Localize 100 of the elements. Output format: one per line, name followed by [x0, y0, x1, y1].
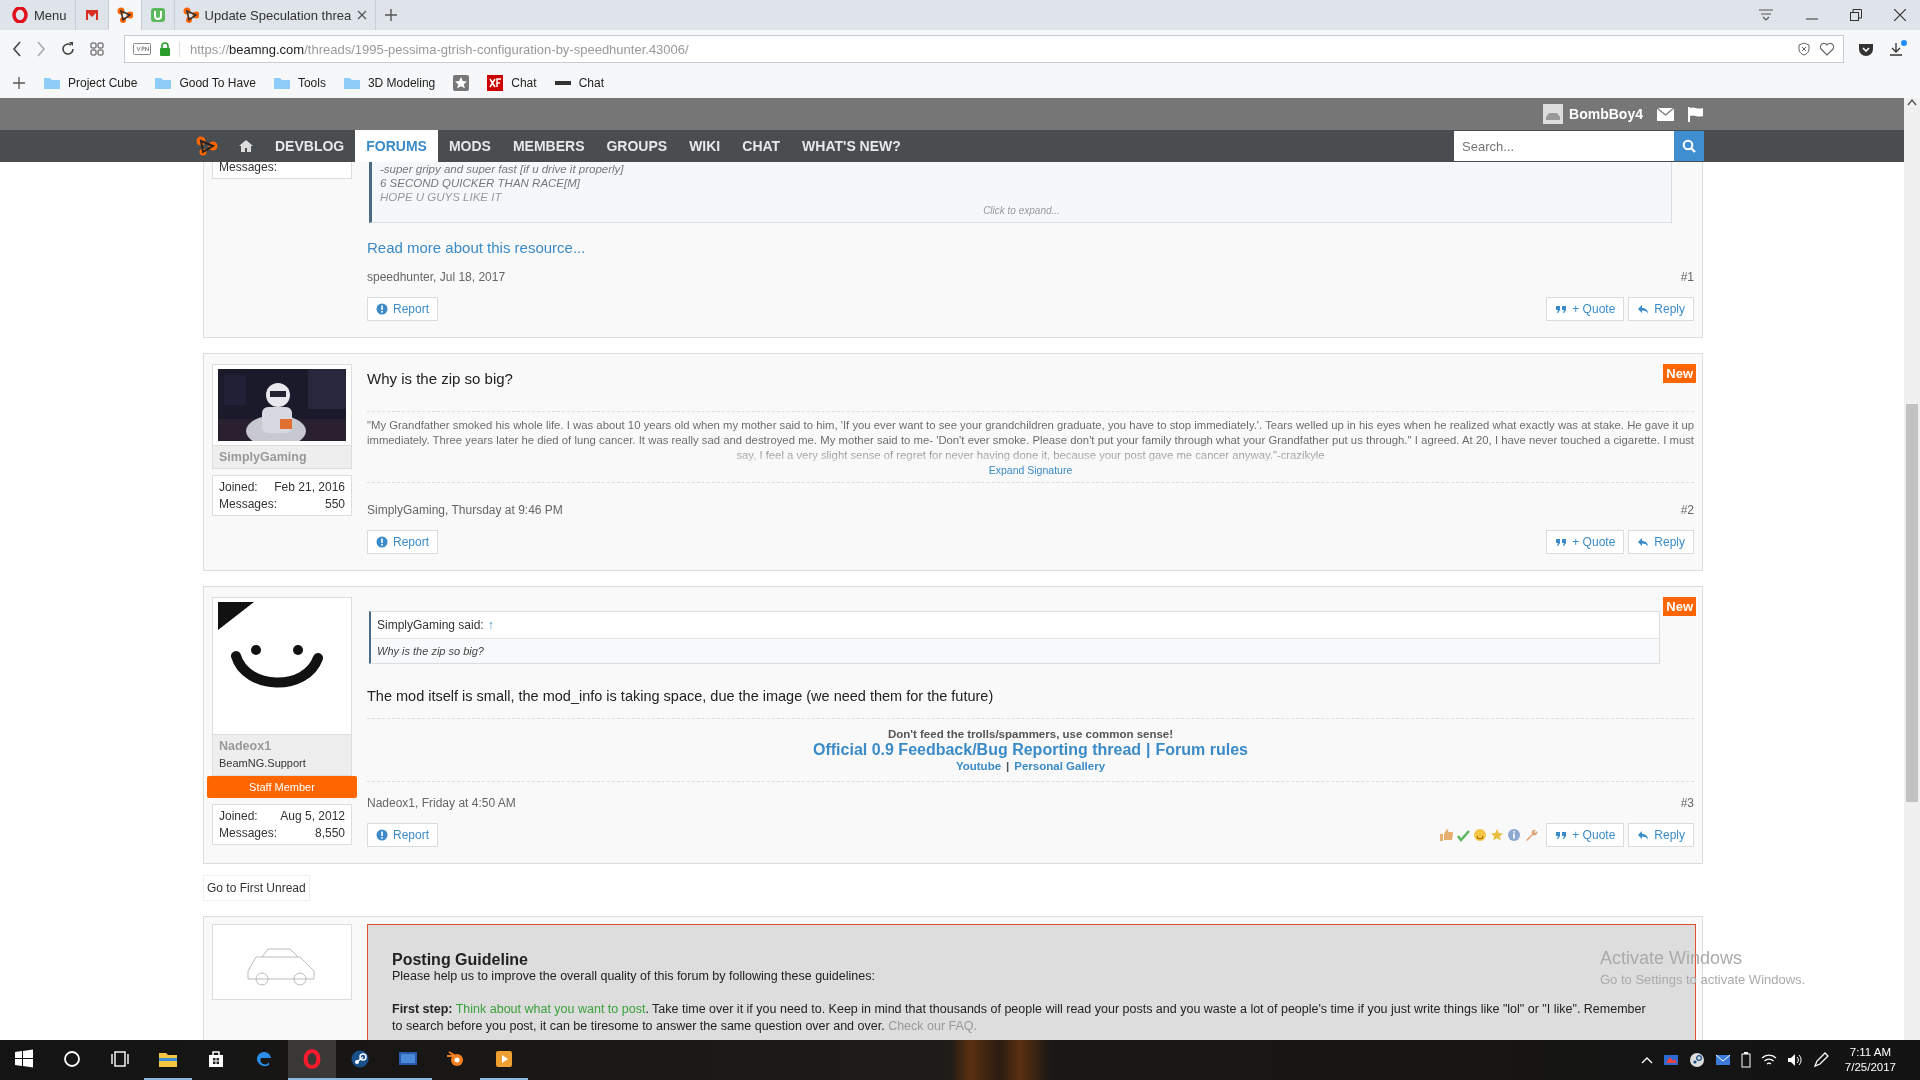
bookmark-label[interactable]: Good To Have — [179, 76, 256, 90]
signature-link[interactable]: Forum rules — [1155, 741, 1248, 759]
tab-menu-icon[interactable] — [1758, 9, 1774, 21]
chevron-up-icon[interactable] — [1640, 1056, 1653, 1064]
steam-logo-icon — [350, 1049, 370, 1069]
blender-logo-icon — [446, 1049, 466, 1069]
report-button[interactable]: Report — [367, 823, 439, 847]
bookmark-label[interactable]: 3D Modeling — [367, 76, 436, 90]
scroll-thumb[interactable] — [1906, 404, 1918, 802]
stat-value: Aug 5, 2012 — [280, 809, 345, 823]
username[interactable]: BombBoy4 — [1569, 106, 1643, 122]
post-number[interactable]: #1 — [1680, 270, 1694, 284]
reply-button[interactable]: Reply — [1628, 297, 1694, 321]
nav-tab[interactable]: GROUPS — [595, 130, 679, 162]
download-icon[interactable] — [1888, 40, 1908, 58]
opera-logo-icon — [12, 7, 28, 23]
close-icon[interactable] — [1894, 9, 1906, 21]
signature-link[interactable]: Youtube — [955, 760, 1002, 772]
browser-tab[interactable] — [108, 0, 142, 30]
opera-logo-icon — [302, 1049, 322, 1069]
username[interactable]: SimplyGaming — [212, 446, 352, 469]
stat-label: Messages: — [219, 826, 278, 840]
search-icon — [1682, 139, 1696, 153]
star-icon[interactable] — [453, 75, 470, 91]
info-icon — [376, 536, 388, 548]
clock-date: 7/25/2017 — [1844, 1060, 1896, 1075]
bookmark-label[interactable]: Tools — [297, 76, 326, 90]
scroll-up-icon[interactable] — [1907, 98, 1917, 106]
nav-tab[interactable]: WHAT'S NEW? — [791, 130, 912, 162]
reload-icon[interactable] — [60, 41, 76, 57]
nav-tab[interactable]: MODS — [437, 130, 502, 162]
expand-signature-link[interactable]: Expand Signature — [988, 463, 1073, 478]
flag-icon[interactable] — [1688, 106, 1704, 122]
post-meta: speedhunter, Jul 18, 2017 — [367, 270, 506, 284]
avatar-icon[interactable] — [1543, 104, 1564, 124]
scrollbar[interactable] — [1904, 98, 1920, 1040]
quote-button[interactable]: + Quote — [1546, 530, 1625, 554]
star-icon[interactable] — [1490, 828, 1505, 842]
wifi-icon[interactable] — [1760, 1053, 1777, 1067]
check-icon[interactable] — [1456, 828, 1471, 842]
app-tray-icon[interactable] — [1662, 1052, 1679, 1068]
edge-logo-icon — [254, 1049, 274, 1069]
expand-link[interactable]: Click to expand... — [983, 204, 1060, 218]
post-number[interactable]: #2 — [1680, 503, 1694, 517]
reply-icon — [1637, 829, 1650, 841]
search-button[interactable] — [1674, 131, 1704, 161]
jump-link[interactable]: ↑ — [487, 618, 494, 632]
signature-link[interactable]: Personal Gallery — [1014, 760, 1106, 772]
report-button[interactable]: Report — [367, 297, 439, 321]
post-text: Why is the zip so big? — [367, 369, 513, 387]
signature-text: "My Grandfather smoked his whole life. I was about 10 years old when my mother said to him, 'If you ever want to see your grandchildren graduate, you have to stop immediately.'. Tears welled up in his eyes when he realized what exactly was at stake. He gave it up immediately. Three years later he died of lung cancer. It was really sad and destroyed me. My mother said to me- 'Don't ever smoke. Please don't put your family through what your Grandfather put us through." I agreed. At 20, I have never touched a cigarette. I must say, I feel a very slight sense of regret for never having done it, because your post gave me cancer anyway."-crazikyle — [367, 418, 1694, 463]
pen-icon[interactable] — [1812, 1052, 1829, 1068]
bookmark-label[interactable]: Project Cube — [68, 76, 138, 90]
nav-tab[interactable]: MEMBERS — [501, 130, 596, 162]
quote-text: HOPE U GUYS LIKE IT — [380, 190, 503, 204]
username[interactable]: Nadeox1 — [212, 735, 352, 758]
back-icon[interactable] — [12, 41, 22, 57]
mail-icon[interactable] — [1714, 1053, 1731, 1067]
quote-text: -super gripy and super fast [if u drive it properly] — [380, 162, 625, 176]
report-button[interactable]: Report — [367, 530, 439, 554]
signature-link[interactable]: Official 0.9 Feedback/Bug Reporting thread — [813, 741, 1142, 759]
heart-icon[interactable] — [1819, 42, 1835, 56]
post-number[interactable]: #3 — [1680, 796, 1694, 810]
new-badge: New — [1663, 364, 1696, 383]
restore-icon[interactable] — [1850, 9, 1862, 21]
new-tab-icon[interactable] — [384, 8, 399, 22]
steam-logo-icon[interactable] — [1688, 1052, 1705, 1068]
speed-dial-icon[interactable] — [90, 42, 104, 56]
read-more-link[interactable]: Read more about this resource... — [367, 239, 586, 256]
thumbs-up-icon[interactable] — [1439, 828, 1454, 842]
nav-tab[interactable]: WIKI — [678, 130, 732, 162]
xf-logo-icon[interactable] — [487, 75, 504, 91]
add-icon[interactable] — [12, 76, 26, 90]
dash-icon[interactable] — [554, 80, 571, 86]
quote-button[interactable]: + Quote — [1546, 823, 1625, 847]
shield-icon[interactable] — [1797, 42, 1811, 56]
address-bar[interactable]: https://beamng.com/threads/1995-pessima-gtrish-configuration-by-speedhunter.43006/ — [124, 35, 1844, 63]
volume-icon[interactable] — [1786, 1053, 1803, 1067]
beamng-logo-icon — [116, 7, 133, 23]
quote-icon — [1555, 536, 1568, 548]
pocket-icon[interactable] — [1858, 42, 1874, 56]
close-icon[interactable] — [357, 10, 368, 20]
bookmark-label[interactable]: Chat — [511, 76, 537, 90]
nav-tab[interactable]: CHAT — [731, 130, 792, 162]
bookmark-label[interactable]: Chat — [578, 76, 604, 90]
quote-text: 6 SECOND QUICKER THAN RACE[M] — [380, 176, 581, 190]
reply-button[interactable]: Reply — [1628, 530, 1694, 554]
smiley-icon[interactable] — [1473, 828, 1488, 842]
search-field[interactable]: Search... — [1454, 131, 1674, 161]
battery-icon[interactable] — [1740, 1052, 1751, 1068]
stat-label: Messages: — [219, 497, 278, 511]
u-logo-icon — [149, 7, 166, 23]
nav-tab[interactable]: DEVBLOG — [264, 130, 356, 162]
post-text: The mod itself is small, the mod_info is taking space, due the image (we need them for the future) — [367, 688, 995, 704]
stat-label: Messages: — [219, 162, 278, 174]
first-unread-link[interactable]: Go to First Unread — [203, 875, 310, 901]
nav-tab[interactable]: FORUMS — [355, 130, 438, 162]
reply-button[interactable]: Reply — [1628, 823, 1694, 847]
quote-button[interactable]: + Quote — [1546, 297, 1625, 321]
beamng-logo-icon[interactable] — [196, 136, 218, 156]
